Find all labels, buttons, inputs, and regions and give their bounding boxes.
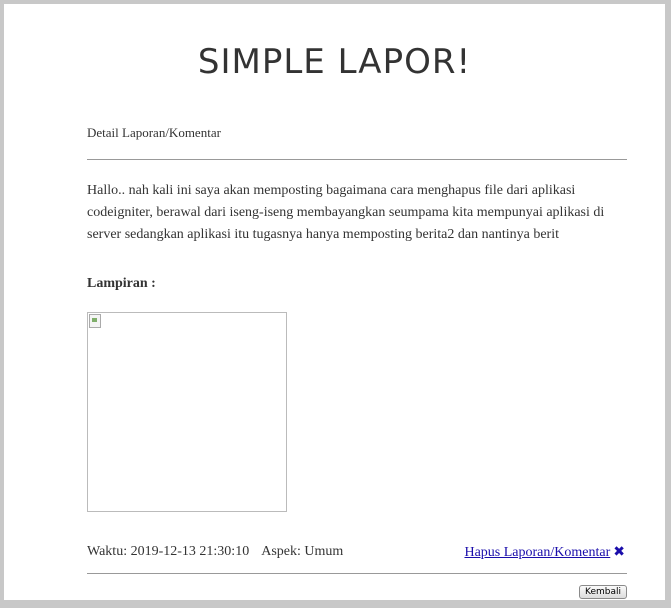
page-title: SIMPLE LAPOR! [197, 42, 472, 82]
report-meta: Waktu: 2019-12-13 21:30:10 Aspek: Umum [87, 544, 343, 560]
delete-report-link[interactable]: Hapus Laporan/Komentar ✖ [464, 544, 625, 561]
divider [87, 159, 627, 160]
delete-link-label: Hapus Laporan/Komentar [464, 545, 611, 560]
broken-image-icon [89, 314, 101, 328]
aspect: Aspek: Umum [261, 544, 344, 559]
section-title: Detail Laporan/Komentar [87, 125, 221, 140]
page-container: SIMPLE LAPOR! Detail Laporan/Komentar Ha… [4, 4, 665, 600]
attachment-label: Lampiran : [87, 276, 156, 291]
close-icon: ✖ [613, 544, 625, 560]
divider [87, 573, 627, 574]
attachment-image [87, 312, 287, 512]
report-body: Hallo.. nah kali ini saya akan mempostin… [87, 183, 605, 242]
timestamp: Waktu: 2019-12-13 21:30:10 [87, 544, 250, 559]
back-button[interactable]: Kembali [579, 585, 627, 599]
